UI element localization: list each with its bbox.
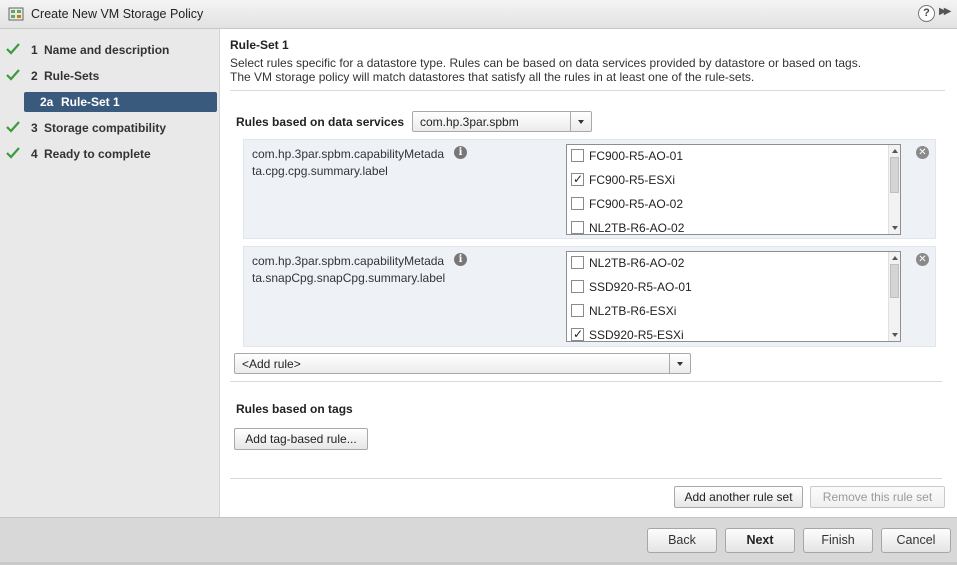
scroll-down-icon[interactable] [892, 333, 898, 337]
nav-step-number: 1 [31, 43, 38, 57]
nav-step-rule-set-1[interactable]: 2a Rule-Set 1 [24, 92, 217, 112]
nav-step-number: 3 [31, 121, 38, 135]
remove-rule-set-button: Remove this rule set [810, 486, 945, 508]
nav-step-ready-to-complete[interactable]: 4 Ready to complete [0, 143, 220, 165]
checkbox-checked[interactable]: ✓ [571, 327, 584, 341]
nav-step-name-description[interactable]: 1 Name and description [0, 39, 220, 61]
divider [230, 381, 942, 382]
list-item-label: SSD920-R5-ESXi [589, 328, 684, 342]
list-item[interactable]: NL2TB-R6-ESXi [567, 300, 889, 324]
nav-step-rule-sets[interactable]: 2 Rule-Sets [0, 65, 220, 87]
tags-section-label: Rules based on tags [236, 402, 353, 416]
list-scrollbar[interactable] [888, 252, 900, 341]
nav-step-label: Storage compatibility [44, 121, 167, 135]
checkbox[interactable] [571, 304, 584, 317]
expand-icon[interactable]: ▶▶ [939, 6, 952, 17]
chevron-down-icon[interactable] [570, 112, 591, 131]
data-services-label: Rules based on data services [236, 115, 405, 129]
remove-icon[interactable]: ✕ [916, 253, 929, 266]
wizard-steps-nav: 1 Name and description 2 Rule-Sets 2a Ru… [0, 29, 220, 517]
next-button[interactable]: Next [725, 528, 795, 553]
info-icon[interactable]: i [454, 146, 467, 159]
list-item-label: SSD920-R5-AO-01 [589, 280, 692, 294]
checkmark-icon [6, 121, 20, 133]
checkmark-icon [6, 147, 20, 159]
help-icon[interactable]: ? [918, 5, 935, 22]
divider [230, 478, 942, 479]
back-button[interactable]: Back [647, 528, 717, 553]
rule-values-list[interactable]: FC900-R5-AO-01 ✓ FC900-R5-ESXi FC900-R5-… [566, 144, 901, 235]
data-services-select[interactable]: com.hp.3par.spbm [412, 111, 592, 132]
list-item-label: NL2TB-R6-AO-02 [589, 221, 685, 235]
window-title: Create New VM Storage Policy [31, 7, 204, 21]
page-title: Rule-Set 1 [230, 38, 289, 52]
vm-storage-policy-icon [8, 7, 24, 21]
add-rule-select[interactable]: <Add rule> [234, 353, 691, 374]
list-item[interactable]: FC900-R5-AO-02 [567, 193, 889, 217]
scroll-up-icon[interactable] [892, 256, 898, 260]
cancel-button[interactable]: Cancel [881, 528, 951, 553]
list-item[interactable]: NL2TB-R6-AO-02 [567, 252, 889, 276]
divider [230, 90, 945, 91]
list-item[interactable]: ✓ FC900-R5-ESXi [567, 169, 889, 193]
rule-set-panel: Rule-Set 1 Select rules specific for a d… [221, 29, 957, 517]
wizard-footer: Back Next Finish Cancel [0, 517, 957, 565]
list-scrollbar[interactable] [888, 145, 900, 234]
list-item[interactable]: SSD920-R5-AO-01 [567, 276, 889, 300]
remove-icon[interactable]: ✕ [916, 146, 929, 159]
info-icon[interactable]: i [454, 253, 467, 266]
description-line: The VM storage policy will match datasto… [230, 70, 755, 84]
checkbox-checked[interactable]: ✓ [571, 172, 584, 186]
checkbox[interactable] [571, 221, 584, 234]
add-tag-rule-button[interactable]: Add tag-based rule... [234, 428, 368, 450]
rule-name: com.hp.3par.spbm.capabilityMetadata.snap… [252, 254, 446, 285]
list-item[interactable]: NL2TB-R6-AO-02 [567, 217, 889, 235]
nav-step-label: Rule-Set 1 [61, 95, 120, 109]
checkmark-icon [6, 43, 20, 55]
data-services-value: com.hp.3par.spbm [420, 115, 519, 129]
nav-step-label: Name and description [44, 43, 170, 57]
list-item[interactable]: FC900-R5-AO-01 [567, 145, 889, 169]
list-item-label: NL2TB-R6-AO-02 [589, 256, 685, 270]
scroll-down-icon[interactable] [892, 226, 898, 230]
list-item-label: FC900-R5-AO-01 [589, 149, 684, 163]
description-line: Select rules specific for a datastore ty… [230, 56, 862, 70]
nav-step-storage-compatibility[interactable]: 3 Storage compatibility [0, 117, 220, 139]
nav-step-number: 4 [31, 147, 38, 161]
checkbox[interactable] [571, 149, 584, 162]
nav-step-number: 2 [31, 69, 38, 83]
nav-step-label: Ready to complete [44, 147, 151, 161]
rule-values-list[interactable]: NL2TB-R6-AO-02 SSD920-R5-AO-01 NL2TB-R6-… [566, 251, 901, 342]
list-item-label: FC900-R5-ESXi [589, 173, 676, 187]
rule-name: com.hp.3par.spbm.capabilityMetadata.cpg.… [252, 147, 445, 178]
add-rule-set-button[interactable]: Add another rule set [674, 486, 803, 508]
scroll-up-icon[interactable] [892, 149, 898, 153]
page-description: Select rules specific for a datastore ty… [230, 56, 861, 84]
chevron-down-icon[interactable] [669, 354, 690, 373]
scrollbar-thumb[interactable] [890, 264, 899, 298]
list-item[interactable]: ✓ SSD920-R5-ESXi [567, 324, 889, 342]
rule-row: com.hp.3par.spbm.capabilityMetadata.cpg.… [243, 139, 936, 239]
rule-row: com.hp.3par.spbm.capabilityMetadata.snap… [243, 246, 936, 347]
checkbox[interactable] [571, 256, 584, 269]
list-item-label: FC900-R5-AO-02 [589, 197, 684, 211]
checkmark-icon [6, 69, 20, 81]
scrollbar-thumb[interactable] [890, 157, 899, 193]
nav-step-label: Rule-Sets [44, 69, 100, 83]
checkbox[interactable] [571, 197, 584, 210]
checkbox[interactable] [571, 280, 584, 293]
title-bar: Create New VM Storage Policy ? ▶▶ [0, 0, 957, 29]
finish-button[interactable]: Finish [803, 528, 873, 553]
add-rule-value: <Add rule> [242, 357, 301, 371]
list-item-label: NL2TB-R6-ESXi [589, 304, 677, 318]
nav-step-number: 2a [40, 95, 54, 109]
